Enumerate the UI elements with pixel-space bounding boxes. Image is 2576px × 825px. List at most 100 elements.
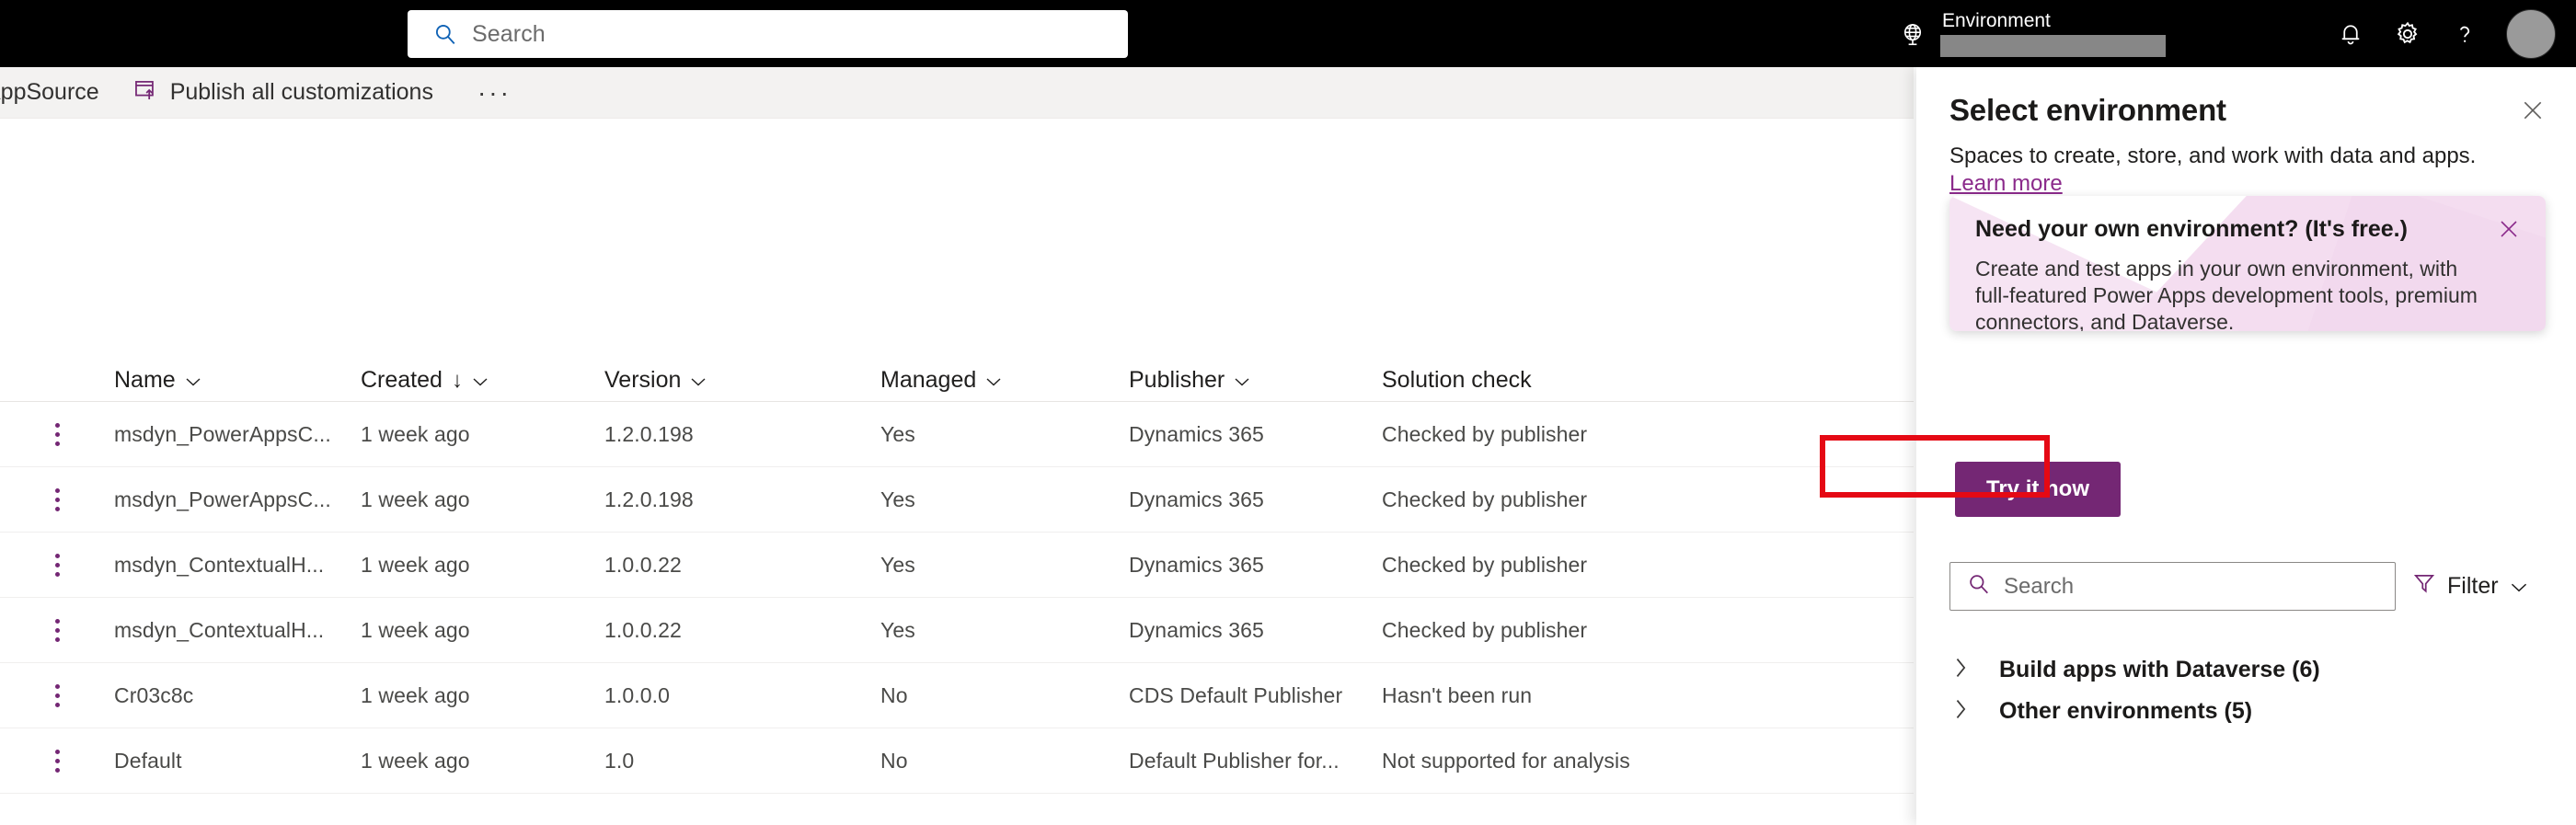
cell-version: 1.0.0.0 xyxy=(604,682,671,707)
cell-name[interactable]: msdyn_ContextualH... xyxy=(114,553,361,578)
chevron-right-icon xyxy=(1953,656,1968,684)
cell-name[interactable]: Default xyxy=(114,749,361,773)
cell-name[interactable]: Cr03c8c xyxy=(114,683,361,708)
row-actions-button[interactable] xyxy=(0,553,114,577)
chevron-down-icon xyxy=(690,367,707,394)
table-row[interactable]: Default 1 week ago 1.0 No Default Publis… xyxy=(0,728,1914,794)
cell-publisher: Dynamics 365 xyxy=(1129,617,1264,642)
solutions-table: Name Created ↓ Version Managed Publisher… xyxy=(0,356,1914,794)
cell-version: 1.0.0.22 xyxy=(604,552,682,577)
cell-name[interactable]: msdyn_PowerAppsC... xyxy=(114,422,361,447)
publish-all-customizations-button[interactable]: Publish all customizations xyxy=(120,77,446,108)
cell-managed: No xyxy=(880,748,908,773)
settings-gear-icon[interactable] xyxy=(2379,0,2436,67)
appsource-button[interactable]: AppSource xyxy=(0,79,120,106)
table-row[interactable]: Cr03c8c 1 week ago 1.0.0.0 No CDS Defaul… xyxy=(0,663,1914,728)
callout-close-icon[interactable] xyxy=(2490,211,2527,247)
cell-managed: Yes xyxy=(880,552,915,577)
chevron-down-icon xyxy=(472,367,489,394)
callout-title: Need your own environment? (It's free.) xyxy=(1975,216,2408,242)
column-header-name-label: Name xyxy=(114,367,176,393)
cell-publisher: Dynamics 365 xyxy=(1129,552,1264,577)
panel-header: Select environment Spaces to create, sto… xyxy=(1916,67,2576,197)
row-actions-button[interactable] xyxy=(0,422,114,446)
overflow-menu-button[interactable]: ··· xyxy=(461,78,528,108)
column-header-name[interactable]: Name xyxy=(114,367,361,394)
cell-version: 1.2.0.198 xyxy=(604,421,694,446)
solutions-list-area: Name Created ↓ Version Managed Publisher… xyxy=(0,119,1914,825)
column-header-version-label: Version xyxy=(604,367,682,393)
teaching-callout: Need your own environment? (It's free.) … xyxy=(1949,196,2546,331)
cell-managed: Yes xyxy=(880,421,915,446)
environment-search-input[interactable]: Search xyxy=(1949,562,2396,611)
command-bar: AppSource Publish all customizations ··· xyxy=(0,67,1914,119)
environment-group-label: Other environments (5) xyxy=(1999,698,2253,724)
cell-created: 1 week ago xyxy=(361,487,470,511)
table-row[interactable]: msdyn_ContextualH... 1 week ago 1.0.0.22… xyxy=(0,598,1914,663)
global-search-box[interactable]: Search xyxy=(408,10,1128,58)
environment-search-placeholder: Search xyxy=(2004,573,2075,599)
help-question-icon[interactable] xyxy=(2436,0,2493,67)
more-vertical-icon xyxy=(54,487,60,511)
learn-more-link[interactable]: Learn more xyxy=(1949,171,2063,197)
header-right-cluster: Environment xyxy=(1885,0,2576,67)
publish-all-customizations-label: Publish all customizations xyxy=(169,79,433,105)
cell-solution-check: Not supported for analysis xyxy=(1382,748,1630,773)
cell-name[interactable]: msdyn_ContextualH... xyxy=(114,618,361,643)
search-icon xyxy=(433,22,457,46)
notification-bell-icon[interactable] xyxy=(2322,0,2379,67)
column-header-publisher[interactable]: Publisher xyxy=(1129,367,1382,394)
cell-publisher: CDS Default Publisher xyxy=(1129,682,1343,707)
user-avatar[interactable] xyxy=(2506,8,2556,59)
panel-search-row: Search Filter xyxy=(1949,562,2546,611)
environment-group-build-apps-with-dataverse[interactable]: Build apps with Dataverse (6) xyxy=(1953,656,2542,684)
chevron-right-icon xyxy=(1953,697,1968,726)
chevron-down-icon xyxy=(985,367,1002,394)
column-header-managed[interactable]: Managed xyxy=(880,367,1129,394)
search-icon xyxy=(1967,572,1991,601)
publish-icon xyxy=(132,77,158,108)
try-it-now-button[interactable]: Try it now xyxy=(1955,462,2122,517)
filter-funnel-icon xyxy=(2412,571,2436,602)
column-header-managed-label: Managed xyxy=(880,367,977,393)
cell-version: 1.0.0.22 xyxy=(604,617,682,642)
cell-name[interactable]: msdyn_PowerAppsC... xyxy=(114,487,361,512)
more-vertical-icon xyxy=(54,422,60,446)
select-environment-panel: Select environment Spaces to create, sto… xyxy=(1820,67,2576,825)
table-row[interactable]: msdyn_ContextualH... 1 week ago 1.0.0.22… xyxy=(0,533,1914,598)
column-header-created[interactable]: Created ↓ xyxy=(361,367,604,394)
row-actions-button[interactable] xyxy=(0,618,114,642)
cell-solution-check: Checked by publisher xyxy=(1382,552,1588,577)
filter-label: Filter xyxy=(2447,573,2499,599)
filter-button[interactable]: Filter xyxy=(2412,571,2528,602)
callout-content: Need your own environment? (It's free.) … xyxy=(1949,196,2546,331)
row-actions-button[interactable] xyxy=(0,487,114,511)
cell-solution-check: Checked by publisher xyxy=(1382,617,1588,642)
callout-body: Create and test apps in your own environ… xyxy=(1975,257,2478,331)
panel-subtitle: Spaces to create, store, and work with d… xyxy=(1949,143,2477,168)
more-vertical-icon xyxy=(54,749,60,773)
environment-selector[interactable]: Environment xyxy=(1940,0,2166,67)
more-vertical-icon xyxy=(54,618,60,642)
cell-created: 1 week ago xyxy=(361,552,470,577)
cell-managed: Yes xyxy=(880,617,915,642)
global-search-placeholder: Search xyxy=(472,20,546,47)
column-header-version[interactable]: Version xyxy=(604,367,880,394)
environment-group-label: Build apps with Dataverse (6) xyxy=(1999,657,2320,682)
column-header-solution-check[interactable]: Solution check xyxy=(1382,367,1805,394)
more-vertical-icon xyxy=(54,553,60,577)
table-row[interactable]: msdyn_PowerAppsC... 1 week ago 1.2.0.198… xyxy=(0,402,1914,467)
close-icon[interactable] xyxy=(2513,91,2552,130)
app-root: Search Environment ppSource Publish all … xyxy=(0,0,2576,825)
cell-solution-check: Checked by publisher xyxy=(1382,487,1588,511)
chevron-down-icon xyxy=(185,367,201,394)
cell-created: 1 week ago xyxy=(361,682,470,707)
cell-managed: Yes xyxy=(880,487,915,511)
table-row[interactable]: msdyn_PowerAppsC... 1 week ago 1.2.0.198… xyxy=(0,467,1914,533)
cell-solution-check: Checked by publisher xyxy=(1382,421,1588,446)
row-actions-button[interactable] xyxy=(0,683,114,707)
column-header-solution-check-label: Solution check xyxy=(1382,367,1532,393)
row-actions-button[interactable] xyxy=(0,749,114,773)
environment-group-other-environments[interactable]: Other environments (5) xyxy=(1953,697,2542,726)
globe-icon[interactable] xyxy=(1885,0,1940,67)
